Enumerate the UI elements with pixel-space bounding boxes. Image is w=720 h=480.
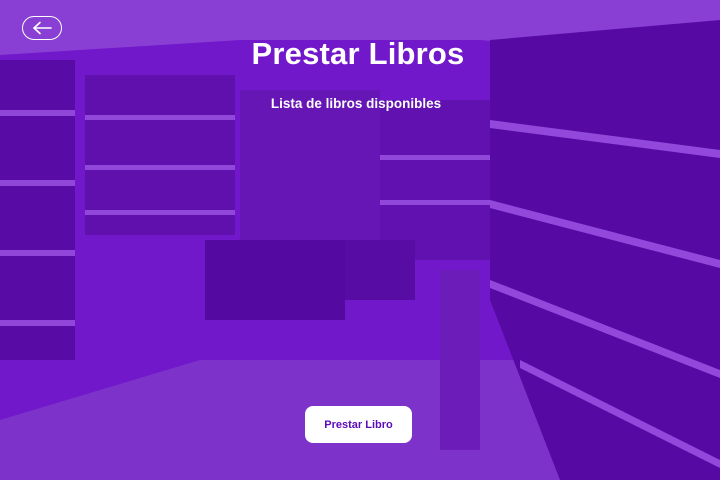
lend-books-screen: Prestar Libros Lista de libros disponibl…	[0, 0, 720, 480]
lend-book-button[interactable]: Prestar Libro	[305, 406, 412, 443]
page-title: Prestar Libros	[251, 36, 465, 71]
book-list	[120, 130, 600, 380]
page-subtitle: Lista de libros disponibles	[270, 96, 442, 111]
arrow-left-icon	[31, 21, 53, 35]
